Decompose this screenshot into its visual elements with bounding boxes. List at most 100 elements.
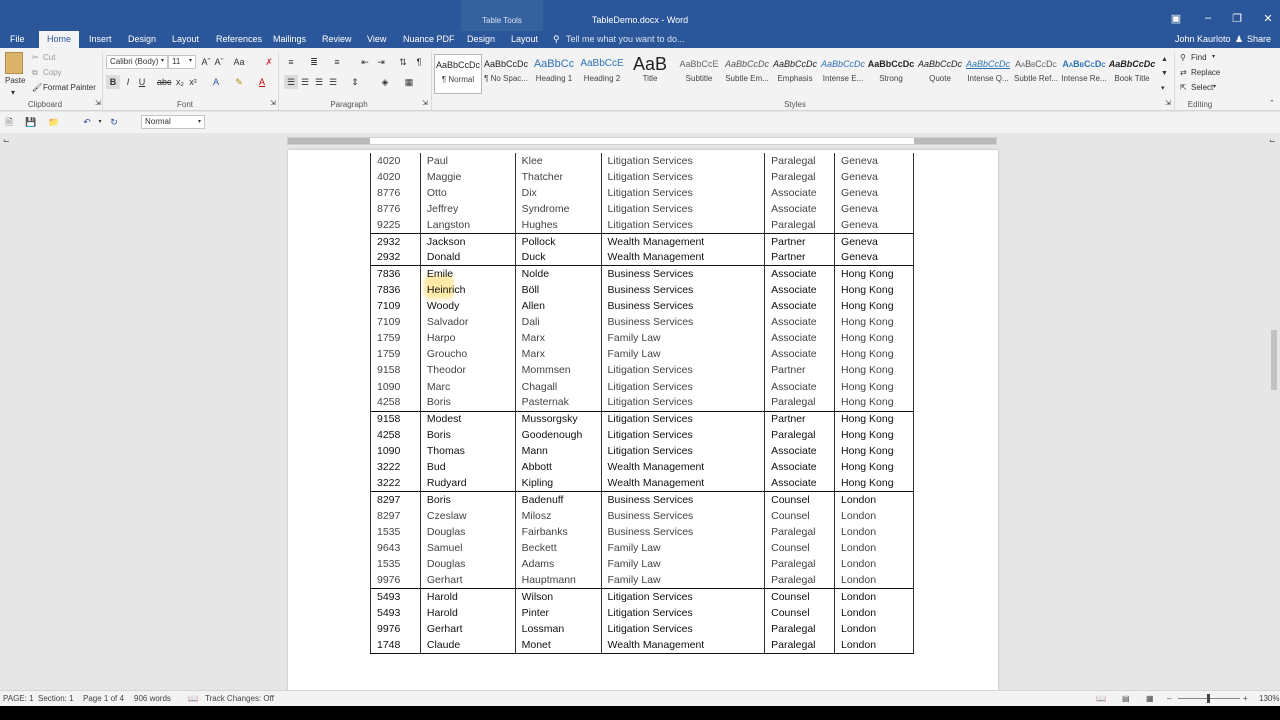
select-button[interactable]: Select (1191, 83, 1213, 92)
table-row[interactable]: 5493 Harold Pinter Litigation Services Couns… (370, 604, 914, 622)
tab-references[interactable]: References (216, 34, 262, 44)
cell-department[interactable]: Litigation Services (600, 378, 766, 396)
table-row[interactable]: 8776 Jeffrey Syndrome Litigation Services As… (370, 201, 914, 218)
clipboard-launcher-icon[interactable]: ⇲ (95, 99, 101, 107)
table-row[interactable]: 1748 Claude Monet Wealth Management Paralega… (370, 637, 914, 654)
cell-first-name[interactable]: Jeffrey (419, 201, 516, 218)
cell-department[interactable]: Business Services (600, 282, 766, 299)
cell-last-name[interactable]: Allen (514, 298, 602, 315)
grow-font-icon[interactable]: Aˆ (199, 55, 213, 69)
align-center-icon[interactable]: ☰ (298, 75, 312, 89)
cell-title[interactable]: Associate (764, 265, 836, 283)
cell-first-name[interactable]: Marc (419, 378, 516, 396)
font-launcher-icon[interactable]: ⇲ (270, 99, 276, 107)
cell-last-name[interactable]: Monet (514, 637, 602, 654)
table-row[interactable]: 5493 Harold Wilson Litigation Services Couns… (370, 588, 914, 605)
cell-last-name[interactable]: Chagall (514, 378, 602, 396)
table-row[interactable]: 1759 Harpo Marx Family Law Associate Hong Kon… (370, 330, 914, 347)
find-dropdown-icon[interactable]: ▾ (1212, 53, 1215, 60)
cell-department[interactable]: Family Law (600, 540, 766, 557)
tab-design[interactable]: Design (128, 34, 156, 44)
style-book-title[interactable]: AaBbCcDc Book Title (1108, 54, 1156, 94)
minimize-icon[interactable]: – (1198, 12, 1218, 24)
cell-last-name[interactable]: Pollock (514, 233, 602, 250)
cell-first-name[interactable]: Douglas (419, 556, 516, 573)
cell-title[interactable]: Counsel (764, 588, 836, 605)
style-subtitle[interactable]: AaBbCcE Subtitle (675, 54, 723, 94)
cell-last-name[interactable]: Thatcher (514, 169, 602, 186)
shading-icon[interactable]: ◈ (378, 75, 392, 89)
numbering-icon[interactable]: ≣ (307, 55, 321, 69)
cell-department[interactable]: Family Law (600, 330, 766, 347)
close-icon[interactable]: ✕ (1258, 12, 1278, 25)
cell-department[interactable]: Wealth Management (600, 233, 766, 250)
cell-first-name[interactable]: Boris (419, 395, 516, 412)
find-button[interactable]: Find (1191, 53, 1207, 62)
cell-id[interactable]: 7109 (370, 314, 421, 331)
cell-id[interactable]: 5493 (370, 588, 421, 605)
table-row[interactable]: 2932 Jackson Pollock Wealth Management Partn… (370, 233, 914, 250)
cell-id[interactable]: 7836 (370, 282, 421, 299)
cell-title[interactable]: Partner (764, 410, 836, 428)
cell-department[interactable]: Litigation Services (600, 362, 766, 379)
table-row[interactable]: 3222 Rudyard Kipling Wealth Management Assoc… (370, 475, 914, 492)
increase-indent-icon[interactable]: ⇥ (374, 55, 388, 69)
cell-first-name[interactable]: Jackson (419, 233, 516, 250)
cell-last-name[interactable]: Marx (514, 330, 602, 347)
text-effects-icon[interactable]: A (209, 75, 223, 89)
cell-id[interactable]: 9158 (370, 410, 421, 428)
cell-first-name[interactable]: Rudyard (419, 475, 516, 492)
cell-office[interactable]: London (834, 491, 914, 509)
cell-office[interactable]: Hong Kong (834, 282, 914, 299)
cell-first-name[interactable]: Emile (419, 265, 516, 283)
cell-last-name[interactable]: Klee (514, 153, 602, 170)
subscript-icon[interactable]: x₂ (173, 75, 187, 89)
web-layout-icon[interactable]: ▦ (1146, 694, 1154, 703)
cell-first-name[interactable]: Langston (419, 217, 516, 234)
style-subtle-reference[interactable]: AaBbCcDc Subtle Ref... (1012, 54, 1060, 94)
cell-last-name[interactable]: Dix (514, 185, 602, 202)
cell-first-name[interactable]: Harold (419, 604, 516, 622)
cell-department[interactable]: Litigation Services (600, 217, 766, 234)
bullets-icon[interactable]: ≡ (284, 55, 298, 69)
cell-department[interactable]: Litigation Services (600, 410, 766, 428)
tab-view[interactable]: View (367, 34, 386, 44)
table-row[interactable]: 9976 Gerhart Lossman Litigation Services Par… (370, 621, 914, 638)
table-row[interactable]: 9158 Modest Mussorgsky Litigation Services P… (370, 410, 914, 428)
table-row[interactable]: 4258 Boris Goodenough Litigation Services Pa… (370, 427, 914, 444)
borders-icon[interactable]: ▦ (402, 75, 416, 89)
paste-button[interactable]: Paste (5, 76, 25, 85)
table-row[interactable]: 4020 Paul Klee Litigation Services Paralegal… (370, 153, 914, 170)
cell-office[interactable]: London (834, 604, 914, 622)
tab-home[interactable]: Home (39, 31, 80, 48)
cell-last-name[interactable]: Beckett (514, 540, 602, 557)
cell-last-name[interactable]: Adams (514, 556, 602, 573)
status-track-changes[interactable]: Track Changes: Off (205, 694, 274, 703)
cell-office[interactable]: Hong Kong (834, 330, 914, 347)
cell-last-name[interactable]: Wilson (514, 588, 602, 605)
table-row[interactable]: 4258 Boris Pasternak Litigation Services Par… (370, 395, 914, 412)
underline-icon[interactable]: U (135, 75, 149, 89)
cell-title[interactable]: Paralegal (764, 427, 836, 444)
status-page[interactable]: PAGE: 1 (3, 694, 34, 703)
table-row[interactable]: 4020 Maggie Thatcher Litigation Services Par… (370, 169, 914, 186)
cell-department[interactable]: Family Law (600, 556, 766, 573)
undo-icon[interactable]: ↶ (80, 115, 94, 129)
table-row[interactable]: 9158 Theodor Mommsen Litigation Services Par… (370, 362, 914, 379)
cell-first-name[interactable]: Heinrich (419, 282, 516, 299)
font-name-combo[interactable]: Calibri (Body) (106, 55, 168, 69)
style-quote[interactable]: AaBbCcDc Quote (916, 54, 964, 94)
cell-department[interactable]: Family Law (600, 572, 766, 589)
cell-last-name[interactable]: Syndrome (514, 201, 602, 218)
cell-department[interactable]: Business Services (600, 524, 766, 541)
styles-scroll-down-icon[interactable]: ▼ (1161, 70, 1168, 77)
cell-title[interactable]: Paralegal (764, 217, 836, 234)
cell-department[interactable]: Wealth Management (600, 249, 766, 266)
highlight-color-icon[interactable]: ✎ (232, 75, 246, 89)
cell-first-name[interactable]: Donald (419, 249, 516, 266)
tab-file[interactable]: File (10, 34, 25, 44)
cell-title[interactable]: Partner (764, 362, 836, 379)
replace-button[interactable]: Replace (1191, 68, 1220, 77)
style-heading-2[interactable]: AaBbCcE Heading 2 (578, 54, 626, 94)
cell-title[interactable]: Associate (764, 185, 836, 202)
